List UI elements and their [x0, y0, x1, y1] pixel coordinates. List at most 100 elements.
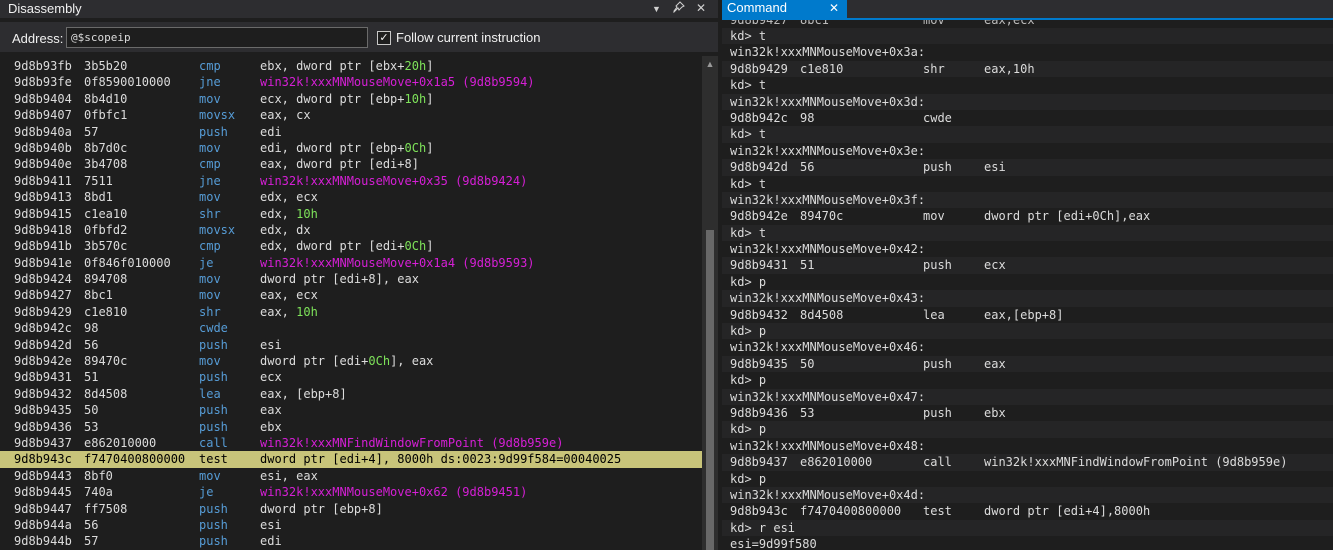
symbol-link[interactable]: win32k!xxxMNFindWindowFromPoint (9d8b959… [260, 436, 563, 450]
immediate-value: 10h [296, 304, 318, 319]
instruction-mnemonic: push [923, 356, 952, 371]
disassembly-row[interactable]: 9d8b9407 0fbfc1 movsx eax, cx [0, 107, 702, 123]
instruction-line: 9d8b9437 e862010000 call win32k!xxxMNFindWi… [722, 454, 1333, 471]
disassembly-listing[interactable]: 9d8b93fb 3b5b20 cmp ebx, dword ptr [ebx+20h… [0, 58, 702, 550]
instruction-operands: dword ptr [edi+0Ch],eax [984, 209, 1151, 224]
symbol-link[interactable]: win32k!xxxMNMouseMove+0x1a5 (9d8b9594) [260, 75, 535, 89]
instruction-operands: dword ptr [ebp+8] [260, 501, 383, 517]
operand-text: ebx, dword ptr [ebx+ [260, 59, 405, 73]
instruction-mnemonic: movsx [199, 108, 236, 123]
vertical-scrollbar[interactable]: ▲ [702, 56, 718, 550]
instruction-bytes: 51 [800, 258, 815, 273]
operand-text: dword ptr [edi+4], 8000h ds:0023:9d99f58… [260, 452, 622, 467]
line-text: esi=9d99f580 [730, 537, 817, 550]
instruction-mnemonic: test [923, 504, 952, 519]
disassembly-row[interactable]: 9d8b941e 0f846f010000 je win32k!xxxMNMouseM… [0, 255, 702, 271]
instruction-bytes: 0f846f010000 [84, 255, 171, 270]
instruction-address: 9d8b943c [730, 504, 788, 519]
command-prompt-line: kd> t [722, 77, 1333, 93]
disassembly-row[interactable]: 9d8b940e 3b4708 cmp eax, dword ptr [edi+8] [0, 156, 702, 172]
symbol-link[interactable]: win32k!xxxMNMouseMove+0x35 (9d8b9424) [260, 174, 527, 188]
instruction-bytes: 57 [84, 534, 99, 549]
disassembly-row[interactable]: 9d8b9435 50 push eax [0, 402, 702, 418]
disassembly-row[interactable]: 9d8b944b 57 push edi [0, 533, 702, 549]
disassembly-row[interactable]: 9d8b9418 0fbfd2 movsx edx, dx [0, 222, 702, 238]
disassembly-row[interactable]: 9d8b9424 894708 mov dword ptr [edi+8], eax [0, 271, 702, 287]
close-icon[interactable]: ✕ [829, 1, 839, 15]
disassembly-row[interactable]: 9d8b9437 e862010000 call win32k!xxxMNFindWi… [0, 435, 702, 451]
instruction-mnemonic: test [199, 452, 228, 467]
instruction-bytes: e862010000 [84, 435, 157, 450]
instruction-bytes: 98 [800, 110, 815, 125]
disassembly-row[interactable]: 9d8b942e 89470c mov dword ptr [edi+0Ch], ea… [0, 353, 702, 369]
line-text: kd> p [730, 324, 767, 339]
instruction-operands: esi, eax [260, 468, 318, 484]
address-input[interactable] [66, 27, 368, 48]
follow-instruction-label[interactable]: Follow current instruction [396, 30, 541, 45]
instruction-bytes: 98 [84, 321, 99, 336]
scrollbar-thumb[interactable] [706, 230, 714, 550]
disassembly-row[interactable]: 9d8b9415 c1ea10 shr edx, 10h [0, 206, 702, 222]
output-line: win32k!xxxMNMouseMove+0x47: [722, 388, 1333, 405]
disassembly-row[interactable]: 9d8b942c 98 cwde [0, 320, 702, 336]
operand-text: esi, eax [260, 468, 318, 483]
disassembly-row[interactable]: 9d8b942d 56 push esi [0, 337, 702, 353]
instruction-address: 9d8b9418 [14, 222, 72, 237]
instruction-mnemonic: cmp [199, 59, 221, 73]
operand-text: edi [260, 124, 282, 139]
current-instruction-row[interactable]: 9d8b943c f7470400800000 test dword ptr [edi… [0, 451, 702, 468]
chevron-down-icon[interactable]: ▼ [652, 4, 661, 14]
disassembly-row[interactable]: 9d8b9443 8bf0 mov esi, eax [0, 468, 702, 484]
disassembly-row[interactable]: 9d8b9445 740a je win32k!xxxMNMouseMove+0x62… [0, 484, 702, 500]
operand-text: eax [260, 403, 282, 418]
disassembly-row[interactable]: 9d8b9431 51 push ecx [0, 369, 702, 385]
disassembly-row[interactable]: 9d8b9429 c1e810 shr eax, 10h [0, 304, 702, 320]
instruction-operands: eax,10h [984, 61, 1035, 76]
disassembly-row[interactable]: 9d8b9436 53 push ebx [0, 419, 702, 435]
disassembly-row[interactable]: 9d8b940a 57 push edi [0, 124, 702, 140]
instruction-operands: edi [260, 124, 282, 140]
close-icon[interactable]: ✕ [696, 1, 706, 15]
disassembly-row[interactable]: 9d8b93fe 0f8590010000 jne win32k!xxxMNMouse… [0, 74, 702, 90]
tab-command[interactable]: Command ✕ [722, 0, 847, 18]
command-output[interactable]: 9d8b9427 8bc1 mov eax,ecx kd> t win32k!xx… [722, 20, 1333, 550]
instruction-mnemonic: je [199, 485, 214, 500]
disassembly-row[interactable]: 9d8b9411 7511 jne win32k!xxxMNMouseMove+0x3… [0, 173, 702, 189]
scroll-up-icon[interactable]: ▲ [702, 56, 718, 72]
symbol-link[interactable]: win32k!xxxMNMouseMove+0x1a4 (9d8b9593) [260, 256, 535, 270]
instruction-operands: edx, 10h [260, 206, 318, 222]
instruction-address: 9d8b942d [14, 337, 72, 352]
instruction-bytes: e862010000 [800, 455, 873, 470]
instruction-operands: dword ptr [edi+0Ch], eax [260, 353, 433, 369]
line-text: win32k!xxxMNMouseMove+0x48: [730, 438, 926, 453]
disassembly-row[interactable]: 9d8b941b 3b570c cmp edx, dword ptr [edi+0Ch… [0, 238, 702, 254]
disassembly-row[interactable]: 9d8b940b 8b7d0c mov edi, dword ptr [ebp+0Ch… [0, 140, 702, 156]
disassembly-row[interactable]: 9d8b9413 8bd1 mov edx, ecx [0, 189, 702, 205]
pin-icon[interactable] [673, 1, 685, 16]
immediate-value: 0Ch [404, 140, 427, 155]
instruction-address: 9d8b9429 [14, 304, 72, 319]
disassembly-row[interactable]: 9d8b9432 8d4508 lea eax, [ebp+8] [0, 386, 702, 402]
line-text: win32k!xxxMNMouseMove+0x43: [730, 291, 926, 306]
command-prompt-line: kd> p [722, 372, 1333, 388]
follow-instruction-checkbox[interactable]: ✓ [377, 31, 391, 45]
instruction-address: 9d8b942c [730, 110, 788, 125]
operand-text: eax, cx [260, 108, 311, 123]
symbol-link[interactable]: win32k!xxxMNMouseMove+0x62 (9d8b9451) [260, 485, 527, 499]
instruction-bytes: 3b4708 [84, 157, 128, 172]
instruction-mnemonic: cmp [199, 157, 221, 172]
disassembly-row[interactable]: 9d8b9447 ff7508 push dword ptr [ebp+8] [0, 501, 702, 517]
command-prompt-line: kd> p [722, 323, 1333, 340]
instruction-mnemonic: mov [199, 190, 221, 205]
instruction-operands: ebx [260, 419, 282, 435]
instruction-bytes: f7470400800000 [800, 504, 902, 519]
disassembly-row[interactable]: 9d8b9404 8b4d10 mov ecx, dword ptr [ebp+10h… [0, 91, 702, 107]
operand-text: eax, [260, 304, 297, 319]
instruction-operands: win32k!xxxMNFindWindowFromPoint (9d8b959… [984, 455, 1288, 470]
instruction-address: 9d8b9427 [14, 288, 72, 303]
disassembly-row[interactable]: 9d8b93fb 3b5b20 cmp ebx, dword ptr [ebx+20h… [0, 58, 702, 74]
disassembly-row[interactable]: 9d8b944a 56 push esi [0, 517, 702, 533]
operand-text: esi [260, 517, 282, 532]
instruction-line: 9d8b943c f7470400800000 test dword ptr [edi… [722, 503, 1333, 519]
disassembly-row[interactable]: 9d8b9427 8bc1 mov eax, ecx [0, 287, 702, 303]
